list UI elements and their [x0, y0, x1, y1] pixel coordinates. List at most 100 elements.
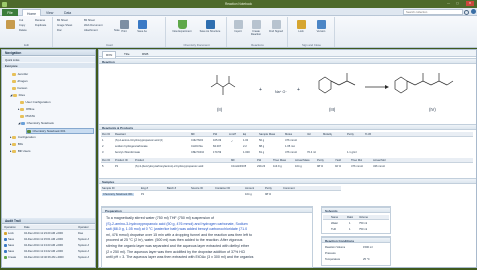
- preparation-header[interactable]: Preparation: [102, 207, 312, 213]
- audit-date: 04-Dec-2014 11:23:20 AM +0000: [24, 231, 64, 235]
- blt-sheet-button[interactable]: Blt Sheet: [57, 19, 68, 22]
- search-input[interactable]: [403, 9, 463, 15]
- sample-row[interactable]: Chemistry Notebook 001 P1 104 g 98 %: [101, 192, 341, 197]
- doc-tab-rnb[interactable]: RNB: [139, 51, 151, 57]
- tab-data[interactable]: Data: [60, 9, 75, 16]
- audit-trail-panel: Audit Trail Operation Date Operator Lock…: [2, 218, 95, 259]
- navigation-header: Navigation: [2, 50, 95, 56]
- blt-sheet-2-button[interactable]: Blt Sheet: [84, 19, 95, 22]
- reactants-products-header[interactable]: Reactants & Products: [99, 124, 476, 130]
- save-as-button[interactable]: Save As: [134, 20, 150, 33]
- print-label: Print: [121, 30, 127, 33]
- samples-header[interactable]: Samples: [99, 178, 476, 184]
- ribbon-group-label: Reactions: [251, 42, 264, 47]
- doc-tab-title[interactable]: Title: [121, 51, 133, 57]
- tree-item-jennifer[interactable]: Jennifer: [12, 72, 28, 78]
- import-button[interactable]: Import: [230, 20, 246, 33]
- plus-sign-1: +: [259, 87, 262, 93]
- attachment-button[interactable]: Attachment: [84, 29, 98, 32]
- save-as-label: Save As: [137, 30, 147, 33]
- ribbon-group-label: Chemistry Document: [183, 42, 210, 47]
- cell-eq: 1.000: [243, 150, 250, 154]
- cell-sample-id[interactable]: Chemistry Notebook 001: [102, 192, 134, 196]
- doc-button[interactable]: Doc: [57, 29, 62, 32]
- col-ratio: Ratio: [347, 215, 354, 219]
- tab-file[interactable]: File: [2, 9, 18, 16]
- tree-item-user-configuration[interactable]: User Configuration: [20, 100, 51, 106]
- search-icon[interactable]: [464, 9, 469, 15]
- audit-row[interactable]: Save 04-Dec-2014 11:13:23 AM +0000 Syste…: [2, 243, 95, 248]
- reactant-row[interactable]: 1 (S)-2-amino-3-hydroxypropanoic acid (1…: [101, 138, 473, 143]
- tree-item-pdata[interactable]: PDATA: [20, 114, 35, 120]
- print-button[interactable]: Print: [116, 20, 132, 33]
- cond-value: 25 °C: [363, 257, 370, 261]
- navigation-panel: Navigation Quick Links Everyone Jennifer…: [1, 49, 96, 268]
- preparation-text[interactable]: To a magnetically stirred water (750 ml)…: [106, 216, 302, 261]
- document-area: RXN Title RNB Reaction (II) + Na⁺ O⁻ + (…: [98, 49, 477, 268]
- audit-row[interactable]: Save 04-Dec-2014 11:15:01 AM +0000 Syste…: [2, 237, 95, 242]
- tree-item-chemistry-notebook[interactable]: ◢ Chemistry Notebook: [18, 121, 54, 127]
- cut-button[interactable]: Cut: [19, 19, 23, 22]
- copy-button[interactable]: Copy: [19, 24, 25, 27]
- version-icon: [316, 20, 326, 29]
- condition-row[interactable]: Reaction Volume 1500 ml: [323, 245, 389, 250]
- tab-home[interactable]: Home: [22, 9, 42, 16]
- reaction-conditions-header[interactable]: Reaction Conditions: [322, 237, 390, 243]
- solvent-row[interactable]: Water 1 750 ml: [323, 221, 389, 226]
- rename-button[interactable]: Rename: [35, 19, 45, 22]
- minimize-button[interactable]: —: [447, 1, 455, 6]
- save-as-structure-button[interactable]: Save As Structure: [197, 20, 223, 33]
- col-container-id: Container ID: [215, 186, 231, 190]
- condition-row[interactable]: Pressure: [323, 251, 389, 256]
- delete-button[interactable]: Delete: [19, 29, 27, 32]
- paste-button[interactable]: [2, 20, 18, 30]
- cell-volume: 750 ml: [359, 221, 368, 225]
- tree-item-configuration[interactable]: ▸ Configuration: [10, 135, 36, 141]
- cell-reactant: (S)-2-amino-3-hydroxypropanoic acid (1): [115, 138, 164, 142]
- cond-value: 1500 ml: [363, 245, 373, 249]
- tree-item-bill-users[interactable]: ▸ Bill Users: [10, 149, 31, 155]
- condition-row[interactable]: Temperature 25 °C: [323, 257, 389, 262]
- compound-label-iii: (III): [329, 107, 336, 112]
- solvent-row[interactable]: THF 1 750 ml: [323, 227, 389, 232]
- help-icon[interactable]: [471, 9, 476, 14]
- image-sheet-button[interactable]: Image Sheet: [57, 24, 72, 27]
- version-button[interactable]: Version: [313, 20, 329, 33]
- web-document-button[interactable]: Web Document: [84, 24, 102, 27]
- col-mf: MF: [191, 132, 195, 136]
- quick-links[interactable]: Quick Links: [2, 57, 95, 62]
- cell-moles: 476 mmol: [285, 150, 297, 154]
- lock-icon: [4, 232, 7, 235]
- audit-operator: System A: [78, 255, 90, 259]
- everyone-header[interactable]: Everyone: [2, 63, 95, 68]
- solvents-header[interactable]: Solvents: [322, 207, 390, 213]
- product-row[interactable]: 5 P1 (S)-3-(benzyloxycarbonylamino)-2-hy…: [101, 164, 473, 169]
- new-experiment-button[interactable]: New Experiment: [171, 20, 193, 33]
- col-purity: Purity: [265, 186, 272, 190]
- tree-item-files[interactable]: ◢ Files: [10, 93, 25, 99]
- tree-item-hanson[interactable]: hanson: [12, 86, 27, 92]
- tab-view[interactable]: View: [42, 9, 57, 16]
- reaction-scheme[interactable]: (II) + Na⁺ O⁻ + (III) (IV): [189, 67, 469, 115]
- maximize-button[interactable]: ▢: [456, 1, 464, 6]
- samples-header-row: Sample ID Eng # Batch # Source ID Contai…: [101, 186, 341, 191]
- tree-item-big[interactable]: ▸ BIG: [10, 142, 23, 148]
- audit-row[interactable]: Save 04-Dec-2014 11:13:22 AM +0000 Syste…: [2, 249, 95, 254]
- limit-checkbox[interactable]: ✓: [231, 139, 233, 143]
- reactant-row[interactable]: 2 sodium hydrogencarbonate CHO3.Na 84.00…: [101, 144, 473, 149]
- audit-row[interactable]: Lock 04-Dec-2014 11:23:20 AM +0000 Dsw: [2, 231, 95, 236]
- duplicate-button[interactable]: Duplicate: [35, 24, 46, 27]
- col-sample-mass: Sample Mass: [259, 132, 276, 136]
- col-molarity: Molarity: [323, 132, 333, 136]
- find-signed-button[interactable]: Find Signed: [268, 20, 284, 33]
- reactant-row[interactable]: 3 benzyl chloroformate C8H7ClO2 170.59 1…: [101, 150, 473, 155]
- tree-item-dhogan[interactable]: dhogan: [12, 79, 28, 85]
- tree-label: Files: [18, 93, 25, 97]
- audit-row[interactable]: Create 04-Dec-2014 10:40:06 AM +0000 Sys…: [2, 255, 95, 260]
- tree-item-chemistry-notebook-001[interactable]: Chemistry Notebook 001: [26, 128, 94, 134]
- create-reaction-button[interactable]: Create Reaction: [248, 20, 264, 36]
- cell-eq: 1.00: [243, 138, 249, 142]
- close-button[interactable]: ✕: [466, 1, 474, 6]
- tree-item-offline[interactable]: ▸ Offline: [18, 107, 34, 113]
- lock-button[interactable]: Lock: [293, 20, 309, 33]
